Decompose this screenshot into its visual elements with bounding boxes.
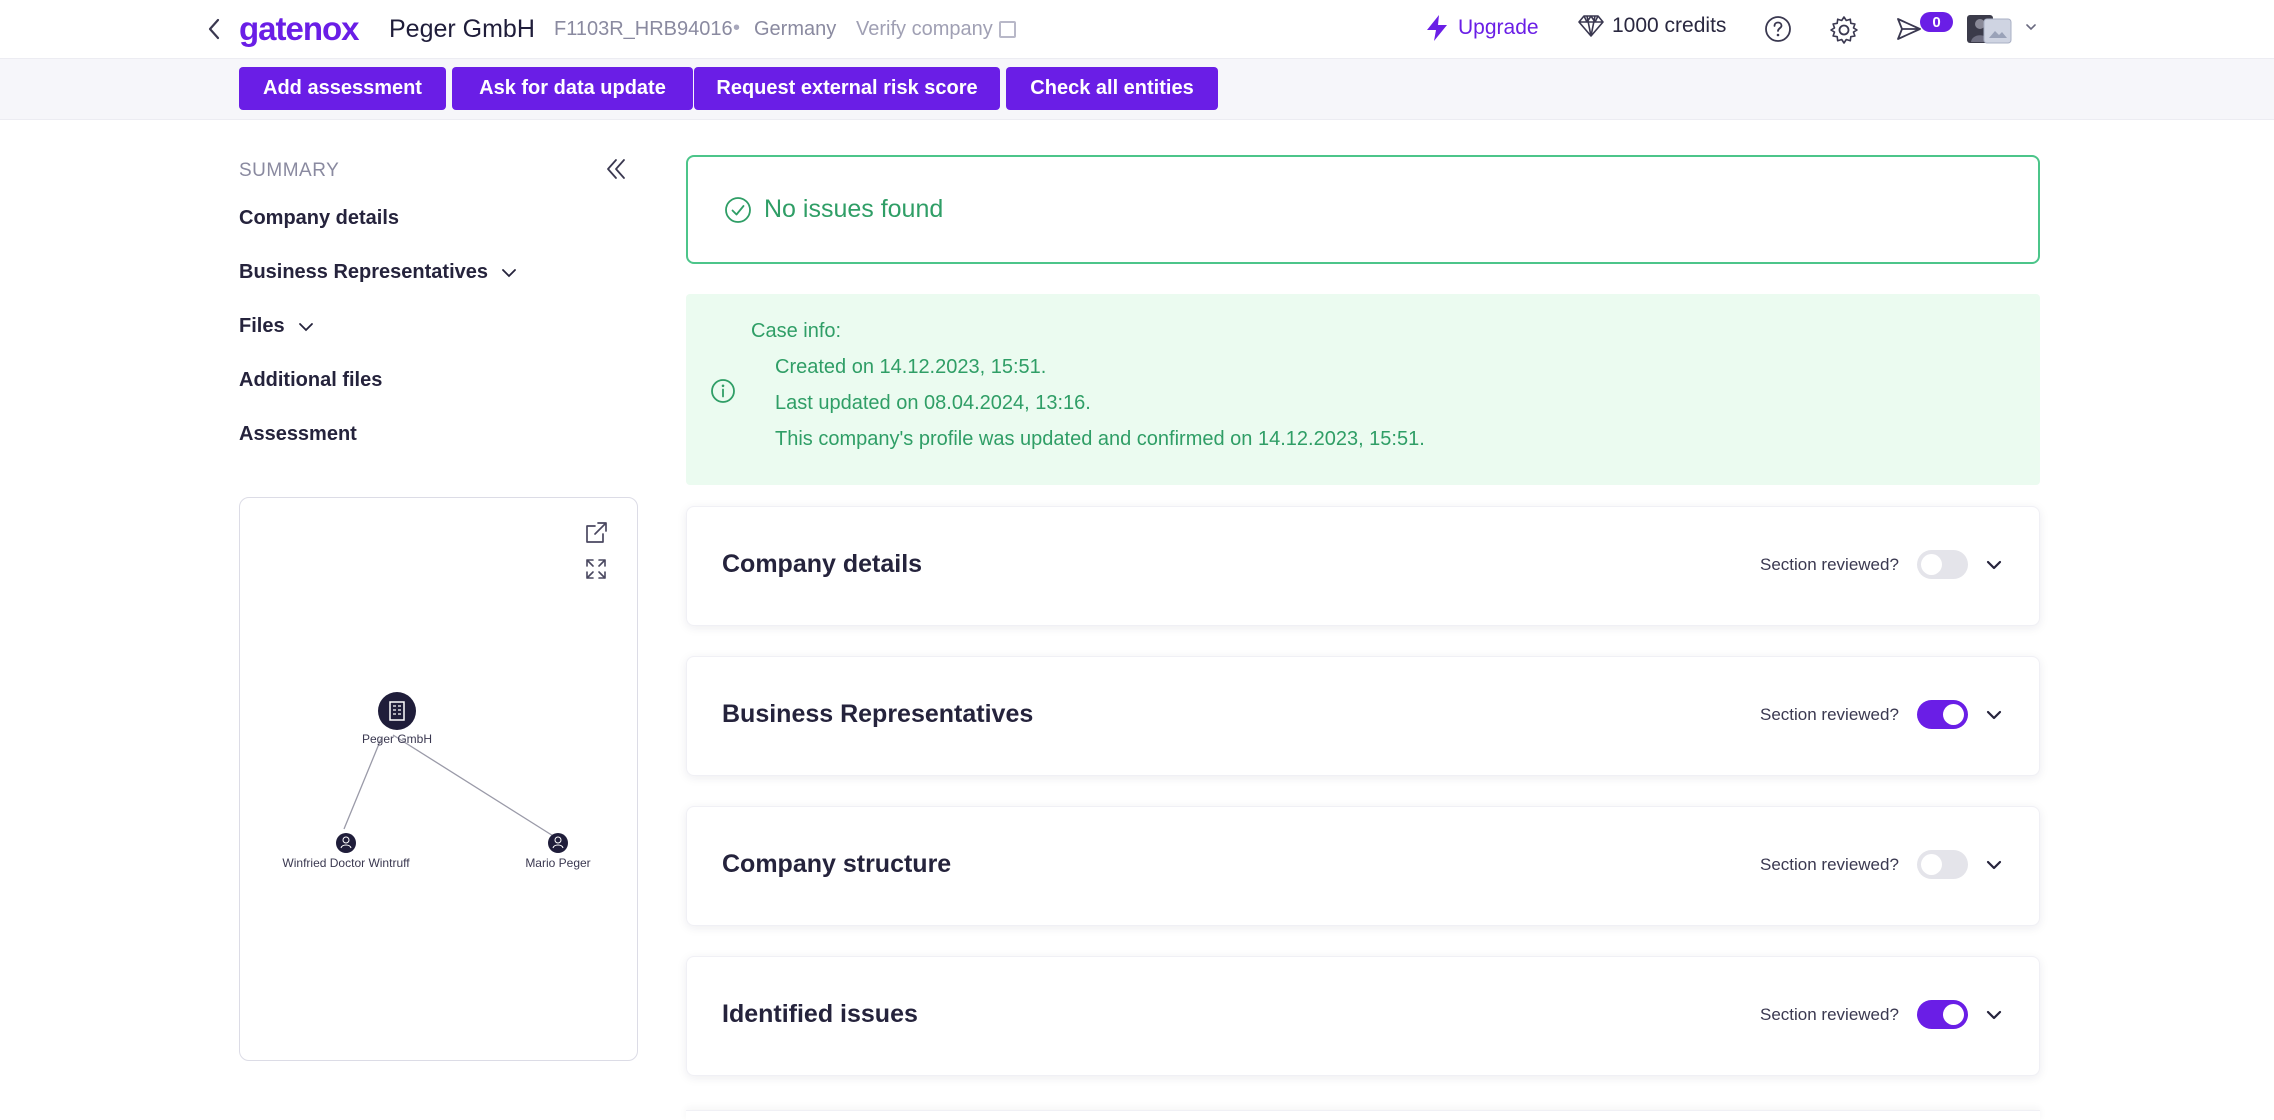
status-card: No issues found xyxy=(686,155,2040,264)
section-title: Company structure xyxy=(722,850,952,878)
sidebar-item-label: Additional files xyxy=(239,369,383,391)
sidebar-item-label: Company details xyxy=(239,207,400,229)
sidebar-item-label: Assessment xyxy=(239,423,357,445)
request-risk-score-button[interactable]: Request external risk score xyxy=(694,67,1000,110)
case-created-text: Created on 14.12.2023, 15:51. xyxy=(775,356,1047,378)
logo[interactable]: gatenox xyxy=(239,10,360,48)
avatar-image-icon xyxy=(1967,15,2012,44)
question-circle-icon xyxy=(1765,16,1791,42)
person-node[interactable] xyxy=(548,833,568,853)
sidebar-item-label: Files xyxy=(239,315,285,337)
collapse-sidebar-button[interactable] xyxy=(603,156,629,187)
send-icon xyxy=(1897,18,1921,40)
section-reviewed-toggle[interactable] xyxy=(1917,700,1968,729)
case-info-card: Case info: Created on 14.12.2023, 15:51.… xyxy=(686,294,2040,485)
info-icon xyxy=(711,379,735,403)
graph-edge xyxy=(343,738,382,830)
graph-node-label: Winfried Doctor Wintruff xyxy=(282,856,410,870)
settings-button[interactable] xyxy=(1829,15,1859,50)
section-reviewed-label: Section reviewed? xyxy=(1760,555,1899,574)
upgrade-link[interactable]: Upgrade xyxy=(1424,14,1539,42)
chevron-left-icon xyxy=(208,18,220,40)
help-button[interactable] xyxy=(1764,15,1792,48)
checkbox-icon xyxy=(998,21,1016,38)
separator-dot: • xyxy=(733,17,741,39)
section-company-details[interactable]: Company details Section reviewed? xyxy=(686,506,2040,626)
section-reviewed-label: Section reviewed? xyxy=(1760,1005,1899,1024)
diamond-icon xyxy=(1578,15,1604,37)
section-title: Company details xyxy=(722,550,923,578)
check-all-entities-button[interactable]: Check all entities xyxy=(1006,67,1218,110)
chevron-down-icon xyxy=(1986,560,2002,570)
section-reviewed-toggle[interactable] xyxy=(1917,850,1968,879)
top-bar: gatenox Peger GmbH F1103R_HRB94016 • Ger… xyxy=(0,0,2274,59)
company-name: Peger GmbH xyxy=(389,15,535,43)
upgrade-label: Upgrade xyxy=(1458,16,1539,39)
section-reviewed-label: Section reviewed? xyxy=(1760,855,1899,874)
entity-graph-panel[interactable]: Peger GmbH Winfried Doctor Wintruff Mari… xyxy=(239,497,638,1061)
chevron-down-icon xyxy=(502,268,516,277)
sidebar-item-business-representatives[interactable]: Business Representatives xyxy=(239,261,518,284)
sidebar-item-assessment[interactable]: Assessment xyxy=(239,423,357,446)
gear-icon xyxy=(1830,16,1858,44)
status-text: No issues found xyxy=(764,195,944,223)
check-circle-icon xyxy=(725,196,751,223)
section-title: Identified issues xyxy=(722,1000,918,1028)
section-title: Business Representatives xyxy=(722,700,1034,728)
person-node[interactable] xyxy=(336,833,356,853)
verify-company-checkbox[interactable]: Verify company xyxy=(856,18,1016,41)
chevron-down-icon xyxy=(1986,710,2002,720)
section-expand-button[interactable] xyxy=(1983,854,2005,881)
chevron-down-icon xyxy=(1986,1010,2002,1020)
company-node[interactable] xyxy=(378,692,416,730)
toggle-knob xyxy=(1921,554,1942,575)
sidebar-item-company-details[interactable]: Company details xyxy=(239,207,399,230)
sidebar-item-files[interactable]: Files xyxy=(239,315,315,338)
graph-edge xyxy=(392,734,559,840)
case-updated-text: Last updated on 08.04.2024, 13:16. xyxy=(775,392,1091,414)
toggle-knob xyxy=(1943,704,1964,725)
section-company-structure[interactable]: Company structure Section reviewed? xyxy=(686,806,2040,926)
section-reviewed-label: Section reviewed? xyxy=(1760,705,1899,724)
account-menu-toggle[interactable] xyxy=(2024,20,2038,39)
sidebar-item-additional-files[interactable]: Additional files xyxy=(239,369,382,392)
company-country: Germany xyxy=(754,18,837,40)
section-expand-button[interactable] xyxy=(1983,554,2005,581)
verify-company-label: Verify company xyxy=(856,18,993,40)
add-assessment-button[interactable]: Add assessment xyxy=(239,67,446,110)
toggle-knob xyxy=(1921,854,1942,875)
section-reviewed-toggle[interactable] xyxy=(1917,1000,1968,1029)
chevron-down-icon xyxy=(1986,860,2002,870)
section-expand-button[interactable] xyxy=(1983,1004,2005,1031)
double-chevron-left-icon xyxy=(607,159,625,179)
graph-node-label: Peger GmbH xyxy=(361,732,433,746)
ask-data-update-button[interactable]: Ask for data update xyxy=(452,67,693,110)
notification-count-badge: 0 xyxy=(1920,12,1953,32)
action-bar: Add assessment Ask for data update Reque… xyxy=(0,59,2274,120)
lightning-icon xyxy=(1427,15,1447,41)
case-info-title: Case info: xyxy=(751,320,842,342)
section-identified-issues[interactable]: Identified issues Section reviewed? xyxy=(686,956,2040,1076)
section-card-partial xyxy=(686,1110,2040,1120)
toggle-knob xyxy=(1943,1004,1964,1025)
avatar[interactable] xyxy=(1967,15,2012,44)
summary-heading: SUMMARY xyxy=(239,160,340,181)
chevron-down-icon xyxy=(2026,24,2036,31)
case-confirmed-text: This company's profile was updated and c… xyxy=(775,428,1425,450)
registration-number: F1103R_HRB94016 xyxy=(554,18,733,40)
sidebar-item-label: Business Representatives xyxy=(239,261,489,283)
back-button[interactable] xyxy=(200,14,228,44)
credits-display[interactable]: 1000 credits xyxy=(1578,14,1726,38)
section-expand-button[interactable] xyxy=(1983,704,2005,731)
notifications-button[interactable] xyxy=(1896,16,1922,47)
section-reviewed-toggle[interactable] xyxy=(1917,550,1968,579)
graph-node-label: Mario Peger xyxy=(525,856,591,870)
section-business-representatives[interactable]: Business Representatives Section reviewe… xyxy=(686,656,2040,776)
chevron-down-icon xyxy=(298,322,313,331)
credits-label: 1000 credits xyxy=(1612,14,1727,37)
entity-graph xyxy=(336,692,568,853)
